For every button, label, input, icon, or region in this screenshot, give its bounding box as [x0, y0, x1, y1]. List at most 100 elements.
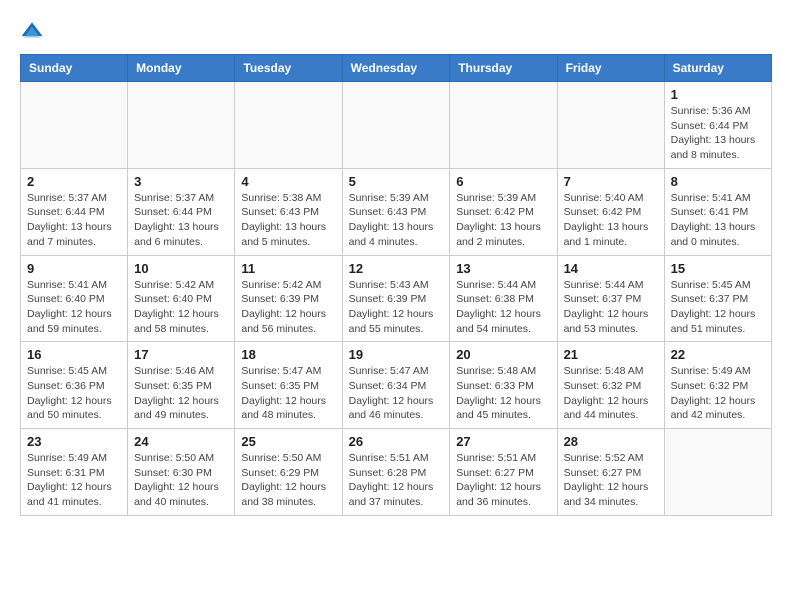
- calendar-cell: 3 Sunrise: 5:37 AM Sunset: 6:44 PM Daylig…: [128, 168, 235, 255]
- page-header: [20, 20, 772, 44]
- day-info: Sunrise: 5:39 AM Sunset: 6:43 PM Dayligh…: [349, 191, 444, 250]
- day-number: 2: [27, 174, 121, 189]
- calendar-cell: 21 Sunrise: 5:48 AM Sunset: 6:32 PM Dayli…: [557, 342, 664, 429]
- day-info: Sunrise: 5:39 AM Sunset: 6:42 PM Dayligh…: [456, 191, 550, 250]
- day-number: 11: [241, 261, 335, 276]
- day-number: 21: [564, 347, 658, 362]
- calendar-cell: 26 Sunrise: 5:51 AM Sunset: 6:28 PM Dayli…: [342, 429, 450, 516]
- week-row-1: 1 Sunrise: 5:36 AM Sunset: 6:44 PM Daylig…: [21, 82, 772, 169]
- calendar-cell: 23 Sunrise: 5:49 AM Sunset: 6:31 PM Dayli…: [21, 429, 128, 516]
- calendar-table: SundayMondayTuesdayWednesdayThursdayFrid…: [20, 54, 772, 516]
- day-info: Sunrise: 5:41 AM Sunset: 6:41 PM Dayligh…: [671, 191, 765, 250]
- day-number: 5: [349, 174, 444, 189]
- calendar-cell: 12 Sunrise: 5:43 AM Sunset: 6:39 PM Dayli…: [342, 255, 450, 342]
- column-header-friday: Friday: [557, 55, 664, 82]
- day-number: 23: [27, 434, 121, 449]
- column-header-sunday: Sunday: [21, 55, 128, 82]
- day-info: Sunrise: 5:51 AM Sunset: 6:28 PM Dayligh…: [349, 451, 444, 510]
- day-info: Sunrise: 5:37 AM Sunset: 6:44 PM Dayligh…: [134, 191, 228, 250]
- day-info: Sunrise: 5:49 AM Sunset: 6:32 PM Dayligh…: [671, 364, 765, 423]
- week-row-2: 2 Sunrise: 5:37 AM Sunset: 6:44 PM Daylig…: [21, 168, 772, 255]
- day-info: Sunrise: 5:45 AM Sunset: 6:36 PM Dayligh…: [27, 364, 121, 423]
- week-row-3: 9 Sunrise: 5:41 AM Sunset: 6:40 PM Daylig…: [21, 255, 772, 342]
- calendar-body: 1 Sunrise: 5:36 AM Sunset: 6:44 PM Daylig…: [21, 82, 772, 516]
- day-info: Sunrise: 5:44 AM Sunset: 6:38 PM Dayligh…: [456, 278, 550, 337]
- calendar-cell: 27 Sunrise: 5:51 AM Sunset: 6:27 PM Dayli…: [450, 429, 557, 516]
- calendar-cell: 9 Sunrise: 5:41 AM Sunset: 6:40 PM Daylig…: [21, 255, 128, 342]
- day-info: Sunrise: 5:49 AM Sunset: 6:31 PM Dayligh…: [27, 451, 121, 510]
- calendar-cell: 16 Sunrise: 5:45 AM Sunset: 6:36 PM Dayli…: [21, 342, 128, 429]
- day-info: Sunrise: 5:40 AM Sunset: 6:42 PM Dayligh…: [564, 191, 658, 250]
- day-info: Sunrise: 5:48 AM Sunset: 6:33 PM Dayligh…: [456, 364, 550, 423]
- calendar-cell: 18 Sunrise: 5:47 AM Sunset: 6:35 PM Dayli…: [235, 342, 342, 429]
- day-number: 25: [241, 434, 335, 449]
- calendar-cell: [235, 82, 342, 169]
- week-row-4: 16 Sunrise: 5:45 AM Sunset: 6:36 PM Dayli…: [21, 342, 772, 429]
- calendar-cell: 5 Sunrise: 5:39 AM Sunset: 6:43 PM Daylig…: [342, 168, 450, 255]
- day-number: 15: [671, 261, 765, 276]
- calendar-cell: 25Sunrise: 5:50 AM Sunset: 6:29 PM Dayli…: [235, 429, 342, 516]
- column-header-tuesday: Tuesday: [235, 55, 342, 82]
- column-headers-row: SundayMondayTuesdayWednesdayThursdayFrid…: [21, 55, 772, 82]
- day-info: Sunrise: 5:36 AM Sunset: 6:44 PM Dayligh…: [671, 104, 765, 163]
- calendar-cell: [450, 82, 557, 169]
- day-number: 12: [349, 261, 444, 276]
- calendar-cell: 24 Sunrise: 5:50 AM Sunset: 6:30 PM Dayli…: [128, 429, 235, 516]
- column-header-thursday: Thursday: [450, 55, 557, 82]
- day-number: 13: [456, 261, 550, 276]
- day-number: 4: [241, 174, 335, 189]
- calendar-cell: 14Sunrise: 5:44 AM Sunset: 6:37 PM Dayli…: [557, 255, 664, 342]
- column-header-wednesday: Wednesday: [342, 55, 450, 82]
- day-info: Sunrise: 5:37 AM Sunset: 6:44 PM Dayligh…: [27, 191, 121, 250]
- day-info: Sunrise: 5:52 AM Sunset: 6:27 PM Dayligh…: [564, 451, 658, 510]
- calendar-cell: [342, 82, 450, 169]
- calendar-cell: 19Sunrise: 5:47 AM Sunset: 6:34 PM Dayli…: [342, 342, 450, 429]
- calendar-cell: 28 Sunrise: 5:52 AM Sunset: 6:27 PM Dayli…: [557, 429, 664, 516]
- logo: [20, 20, 48, 44]
- day-info: Sunrise: 5:42 AM Sunset: 6:40 PM Dayligh…: [134, 278, 228, 337]
- day-number: 18: [241, 347, 335, 362]
- day-info: Sunrise: 5:41 AM Sunset: 6:40 PM Dayligh…: [27, 278, 121, 337]
- calendar-cell: [128, 82, 235, 169]
- day-number: 8: [671, 174, 765, 189]
- calendar-cell: 11 Sunrise: 5:42 AM Sunset: 6:39 PM Dayli…: [235, 255, 342, 342]
- day-number: 20: [456, 347, 550, 362]
- day-info: Sunrise: 5:43 AM Sunset: 6:39 PM Dayligh…: [349, 278, 444, 337]
- calendar-cell: [557, 82, 664, 169]
- day-info: Sunrise: 5:42 AM Sunset: 6:39 PM Dayligh…: [241, 278, 335, 337]
- calendar-cell: 6 Sunrise: 5:39 AM Sunset: 6:42 PM Daylig…: [450, 168, 557, 255]
- day-number: 16: [27, 347, 121, 362]
- day-info: Sunrise: 5:51 AM Sunset: 6:27 PM Dayligh…: [456, 451, 550, 510]
- day-number: 17: [134, 347, 228, 362]
- day-number: 9: [27, 261, 121, 276]
- calendar-cell: 22Sunrise: 5:49 AM Sunset: 6:32 PM Dayli…: [664, 342, 771, 429]
- day-info: Sunrise: 5:45 AM Sunset: 6:37 PM Dayligh…: [671, 278, 765, 337]
- calendar-cell: 2 Sunrise: 5:37 AM Sunset: 6:44 PM Daylig…: [21, 168, 128, 255]
- day-number: 24: [134, 434, 228, 449]
- week-row-5: 23 Sunrise: 5:49 AM Sunset: 6:31 PM Dayli…: [21, 429, 772, 516]
- calendar-cell: 15 Sunrise: 5:45 AM Sunset: 6:37 PM Dayli…: [664, 255, 771, 342]
- calendar-cell: 17Sunrise: 5:46 AM Sunset: 6:35 PM Dayli…: [128, 342, 235, 429]
- calendar-cell: [664, 429, 771, 516]
- logo-icon: [20, 20, 44, 44]
- day-info: Sunrise: 5:47 AM Sunset: 6:35 PM Dayligh…: [241, 364, 335, 423]
- day-number: 1: [671, 87, 765, 102]
- day-number: 6: [456, 174, 550, 189]
- day-number: 10: [134, 261, 228, 276]
- column-header-monday: Monday: [128, 55, 235, 82]
- calendar-cell: 4Sunrise: 5:38 AM Sunset: 6:43 PM Daylig…: [235, 168, 342, 255]
- day-info: Sunrise: 5:48 AM Sunset: 6:32 PM Dayligh…: [564, 364, 658, 423]
- day-number: 3: [134, 174, 228, 189]
- calendar-cell: 1 Sunrise: 5:36 AM Sunset: 6:44 PM Daylig…: [664, 82, 771, 169]
- calendar-cell: 13 Sunrise: 5:44 AM Sunset: 6:38 PM Dayli…: [450, 255, 557, 342]
- calendar-cell: 7 Sunrise: 5:40 AM Sunset: 6:42 PM Daylig…: [557, 168, 664, 255]
- calendar-cell: [21, 82, 128, 169]
- day-number: 27: [456, 434, 550, 449]
- day-info: Sunrise: 5:47 AM Sunset: 6:34 PM Dayligh…: [349, 364, 444, 423]
- calendar-cell: 20 Sunrise: 5:48 AM Sunset: 6:33 PM Dayli…: [450, 342, 557, 429]
- day-number: 14: [564, 261, 658, 276]
- day-number: 7: [564, 174, 658, 189]
- day-number: 28: [564, 434, 658, 449]
- day-number: 26: [349, 434, 444, 449]
- day-info: Sunrise: 5:50 AM Sunset: 6:30 PM Dayligh…: [134, 451, 228, 510]
